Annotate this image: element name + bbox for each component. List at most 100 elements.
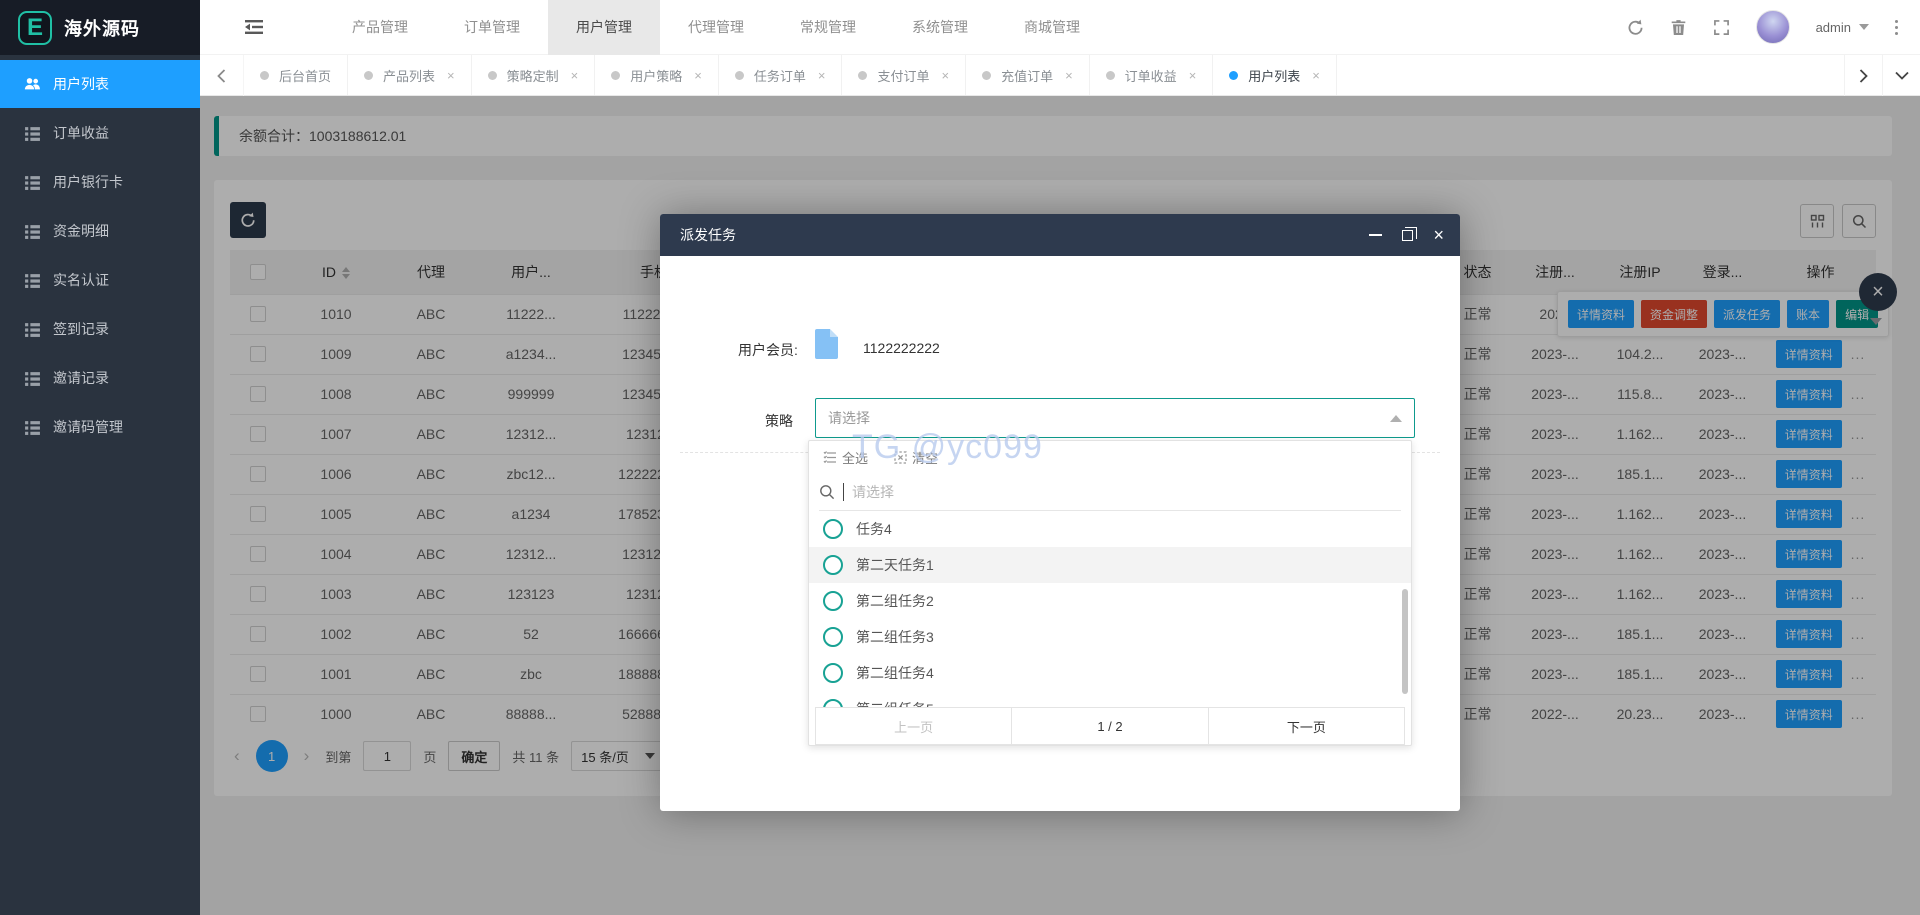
modal-controls: × bbox=[1369, 226, 1444, 244]
more-options-icon[interactable] bbox=[1895, 20, 1898, 35]
dropdown-search-input[interactable] bbox=[852, 484, 1332, 500]
tab-dot-icon bbox=[364, 71, 373, 80]
tab-close-icon[interactable]: × bbox=[941, 69, 949, 82]
topnav-item[interactable]: 用户管理 bbox=[548, 0, 660, 55]
tab-close-icon[interactable]: × bbox=[1065, 69, 1073, 82]
tabs-scroll-left-icon[interactable] bbox=[200, 55, 244, 96]
sidebar-item[interactable]: 订单收益 bbox=[0, 109, 200, 157]
tab-close-icon[interactable]: × bbox=[818, 69, 826, 82]
dropdown-pager: 上一页 1 / 2 下一页 bbox=[815, 707, 1405, 745]
fullscreen-icon[interactable] bbox=[1713, 19, 1730, 36]
user-menu[interactable]: admin bbox=[1816, 20, 1869, 35]
tab[interactable]: 订单收益 × bbox=[1090, 55, 1214, 95]
select-all-label: 全选 bbox=[842, 448, 868, 467]
dropdown-option[interactable]: 第二组任务3 bbox=[809, 619, 1411, 655]
search-icon bbox=[819, 484, 835, 500]
topnav-item[interactable]: 产品管理 bbox=[324, 0, 436, 55]
sidebar-item[interactable]: 邀请记录 bbox=[0, 354, 200, 402]
tab[interactable]: 用户列表 × bbox=[1213, 55, 1337, 95]
chevron-down-icon bbox=[1859, 24, 1869, 30]
tab-label: 用户策略 bbox=[630, 66, 682, 85]
dropdown-option[interactable]: 任务4 bbox=[809, 511, 1411, 547]
tabs-menu-icon[interactable] bbox=[1882, 55, 1920, 96]
tab-close-icon[interactable]: × bbox=[694, 69, 702, 82]
dropdown-option[interactable]: 第二组任务4 bbox=[809, 655, 1411, 691]
tab-label: 支付订单 bbox=[877, 66, 929, 85]
dropdown-option[interactable]: 第二组任务5 bbox=[809, 691, 1411, 707]
app-name: 海外源码 bbox=[64, 15, 140, 41]
tab[interactable]: 后台首页 bbox=[244, 55, 348, 95]
radio-icon[interactable] bbox=[823, 627, 843, 647]
tab[interactable]: 任务订单 × bbox=[719, 55, 843, 95]
tab-close-icon[interactable]: × bbox=[1312, 69, 1320, 82]
tab-dot-icon bbox=[260, 71, 269, 80]
dropdown-next-page[interactable]: 下一页 bbox=[1208, 707, 1405, 745]
list-icon bbox=[24, 223, 41, 240]
select-all-option[interactable]: 全选 bbox=[823, 448, 868, 467]
clear-option[interactable]: 清空 bbox=[894, 448, 938, 467]
sidebar-item[interactable]: 实名认证 bbox=[0, 256, 200, 304]
tab-dot-icon bbox=[611, 71, 620, 80]
tab-label: 产品列表 bbox=[383, 66, 435, 85]
strategy-select[interactable]: 请选择 bbox=[815, 398, 1415, 438]
dropdown-search[interactable] bbox=[819, 473, 1401, 511]
tab[interactable]: 用户策略 × bbox=[595, 55, 719, 95]
list-icon bbox=[24, 174, 41, 191]
collapse-menu-icon[interactable] bbox=[224, 0, 284, 55]
sidebar-item[interactable]: 资金明细 bbox=[0, 207, 200, 255]
tab-close-icon[interactable]: × bbox=[571, 69, 579, 82]
open-tabs: 后台首页 产品列表 × 策略定制 × 用户策略 × bbox=[244, 55, 1337, 95]
sidebar-item[interactable]: 用户列表 bbox=[0, 60, 200, 108]
file-icon[interactable] bbox=[815, 329, 838, 359]
tab-label: 任务订单 bbox=[754, 66, 806, 85]
dropdown-options: 任务4 第二天任务1 第二组任务2 第二组任务3 bbox=[809, 511, 1411, 707]
sidebar-item[interactable]: 签到记录 bbox=[0, 305, 200, 353]
sidebar-item[interactable]: 邀请码管理 bbox=[0, 403, 200, 451]
tab[interactable]: 策略定制 × bbox=[472, 55, 596, 95]
minimize-icon[interactable] bbox=[1369, 234, 1382, 236]
dropdown-option[interactable]: 第二组任务2 bbox=[809, 583, 1411, 619]
app-logo[interactable]: E 海外源码 bbox=[0, 0, 200, 55]
dropdown-prev-page[interactable]: 上一页 bbox=[815, 707, 1012, 745]
option-label: 第二组任务4 bbox=[856, 663, 934, 683]
radio-icon[interactable] bbox=[823, 591, 843, 611]
tabbar-actions bbox=[1844, 55, 1920, 95]
topbar-right: admin bbox=[1627, 10, 1920, 44]
radio-icon[interactable] bbox=[823, 519, 843, 539]
sidebar-item-label: 邀请码管理 bbox=[53, 417, 123, 437]
tab[interactable]: 产品列表 × bbox=[348, 55, 472, 95]
tab[interactable]: 支付订单 × bbox=[842, 55, 966, 95]
refresh-icon[interactable] bbox=[1627, 19, 1644, 36]
tabs-scroll-right-icon[interactable] bbox=[1844, 55, 1882, 96]
topnav-item[interactable]: 常规管理 bbox=[772, 0, 884, 55]
sidebar-item[interactable]: 用户银行卡 bbox=[0, 158, 200, 206]
topnav-item[interactable]: 代理管理 bbox=[660, 0, 772, 55]
close-icon[interactable]: × bbox=[1433, 226, 1444, 244]
strategy-select-placeholder: 请选择 bbox=[828, 408, 870, 428]
topnav-item[interactable]: 系统管理 bbox=[884, 0, 996, 55]
radio-icon[interactable] bbox=[823, 663, 843, 683]
trash-icon[interactable] bbox=[1670, 19, 1687, 36]
dispatch-task-modal: 派发任务 × 用户会员: 1122222222 策略 请选择 全选 清空 bbox=[660, 214, 1460, 811]
radio-icon[interactable] bbox=[823, 699, 843, 707]
avatar[interactable] bbox=[1756, 10, 1790, 44]
scrollbar-thumb[interactable] bbox=[1402, 589, 1408, 694]
radio-icon[interactable] bbox=[823, 555, 843, 575]
tab-close-icon[interactable]: × bbox=[447, 69, 455, 82]
list-icon bbox=[24, 419, 41, 436]
modal-header[interactable]: 派发任务 × bbox=[660, 214, 1460, 256]
text-cursor bbox=[843, 483, 844, 501]
dropdown-option[interactable]: 第二天任务1 bbox=[809, 547, 1411, 583]
option-label: 第二组任务5 bbox=[856, 699, 934, 707]
option-label: 任务4 bbox=[856, 519, 892, 539]
top-navigation: 产品管理 订单管理 用户管理 代理管理 常规管理 系统管理 商城管理 bbox=[324, 0, 1108, 55]
tab-label: 后台首页 bbox=[279, 66, 331, 85]
topnav-item[interactable]: 商城管理 bbox=[996, 0, 1108, 55]
topnav-item[interactable]: 订单管理 bbox=[436, 0, 548, 55]
tab-close-icon[interactable]: × bbox=[1189, 69, 1197, 82]
sidebar-item-label: 邀请记录 bbox=[53, 368, 109, 388]
dropdown-page-indicator: 1 / 2 bbox=[1011, 707, 1208, 745]
logo-icon: E bbox=[18, 11, 52, 45]
maximize-icon[interactable] bbox=[1402, 230, 1413, 241]
tab[interactable]: 充值订单 × bbox=[966, 55, 1090, 95]
